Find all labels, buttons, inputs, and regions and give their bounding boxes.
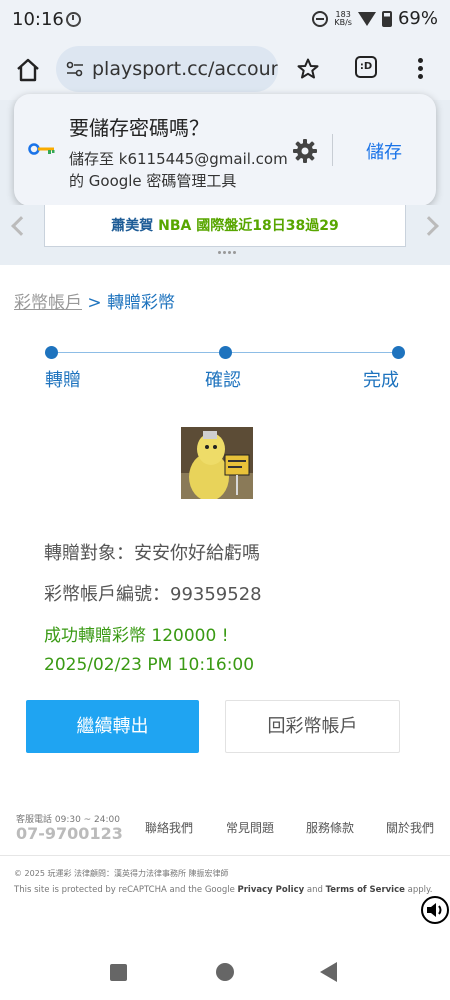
home-icon[interactable] [14, 56, 42, 84]
status-icons: 183 KB/s 69% [312, 8, 438, 29]
battery-icon [381, 10, 392, 27]
url-text: playsport.cc/accour [92, 58, 278, 80]
recaptcha-notice: This site is protected by reCAPTCHA and … [14, 885, 433, 895]
battery-percent: 69% [397, 8, 438, 29]
transfer-timestamp: 2025/02/23 PM 10:16:00 [44, 655, 255, 675]
step-label-transfer: 轉贈 [45, 370, 81, 391]
recent-apps-icon[interactable] [110, 964, 127, 981]
gear-icon[interactable] [292, 138, 318, 164]
wifi-icon [357, 11, 376, 26]
step-label-confirm: 確認 [205, 370, 241, 391]
chevron-right-icon[interactable] [419, 216, 439, 236]
footer: 客服電話 09:30 ~ 24:00 07-9700123 聯絡我們 常見問題 … [0, 800, 450, 856]
hotline-number[interactable]: 07-9700123 [16, 824, 123, 843]
back-to-account-button[interactable]: 回彩幣帳戶 [225, 700, 400, 753]
speaker-icon[interactable] [421, 896, 449, 924]
bookmark-star-icon[interactable] [296, 57, 320, 81]
footer-link-about[interactable]: 關於我們 [386, 819, 434, 836]
breadcrumb-current: 轉贈彩幣 [107, 293, 176, 313]
banner-name: 蕭美賀 [111, 218, 154, 234]
carousel-dots [218, 251, 236, 254]
breadcrumb-separator: > [87, 293, 102, 313]
account-number-text: 彩幣帳戶編號：99359528 [44, 584, 262, 605]
do-not-disturb-icon [312, 10, 329, 27]
continue-transfer-button[interactable]: 繼續轉出 [26, 700, 199, 753]
step-dot-complete [392, 346, 405, 359]
step-label-complete: 完成 [363, 370, 399, 391]
system-nav-bar [0, 950, 450, 1000]
banner-card[interactable]: 蕭美賀 NBA 國際盤近18日38過29 [44, 205, 406, 247]
footer-link-faq[interactable]: 常見問題 [226, 819, 274, 836]
home-nav-icon[interactable] [216, 963, 234, 981]
browser-toolbar: playsport.cc/accour :D [0, 40, 450, 100]
avatar-image [181, 427, 253, 499]
step-dot-transfer [45, 346, 58, 359]
network-speed: 183 KB/s [334, 9, 352, 27]
banner-text: NBA 國際盤近18日38過29 [158, 218, 339, 234]
save-password-button[interactable]: 儲存 [366, 138, 402, 164]
chevron-left-icon[interactable] [11, 216, 31, 236]
status-time: 10:16 [12, 9, 64, 30]
footer-link-terms[interactable]: 服務條款 [306, 819, 354, 836]
breadcrumb-parent-link[interactable]: 彩幣帳戶 [14, 293, 82, 313]
key-icon [28, 143, 55, 155]
alarm-clock-icon [66, 12, 81, 27]
breadcrumb: 彩幣帳戶 > 轉贈彩幣 [14, 288, 175, 313]
browser-menu-icon[interactable] [418, 58, 424, 82]
site-settings-icon[interactable] [66, 60, 84, 78]
footer-link-contact[interactable]: 聯絡我們 [145, 819, 193, 836]
save-password-dialog: 要儲存密碼嗎？ 儲存至 k6115445@gmail.com 的 Google … [14, 94, 436, 206]
recipient-avatar [181, 427, 253, 499]
step-dot-confirm [219, 346, 232, 359]
recipient-text: 轉贈對象：安安你好給虧嗎 [44, 543, 260, 564]
promo-banner: 蕭美賀 NBA 國際盤近18日38過29 [0, 205, 450, 265]
success-message: 成功轉贈彩幣 120000 ! [44, 626, 229, 646]
dialog-title: 要儲存密碼嗎？ [69, 116, 209, 140]
privacy-policy-link[interactable]: Privacy Policy [238, 885, 305, 895]
status-bar: 10:16 183 KB/s 69% [0, 0, 450, 40]
dialog-divider [332, 134, 333, 166]
copyright-text: © 2025 玩運彩 法律顧問：漢英得力法律事務所 陳振宏律師 [14, 869, 229, 878]
tab-switcher-button[interactable]: :D [355, 56, 377, 78]
back-nav-icon[interactable] [320, 962, 337, 982]
dialog-description: 儲存至 k6115445@gmail.com 的 Google 密碼管理工具 [69, 150, 288, 190]
address-bar[interactable]: playsport.cc/accour [56, 46, 278, 92]
terms-of-service-link[interactable]: Terms of Service [326, 885, 405, 895]
